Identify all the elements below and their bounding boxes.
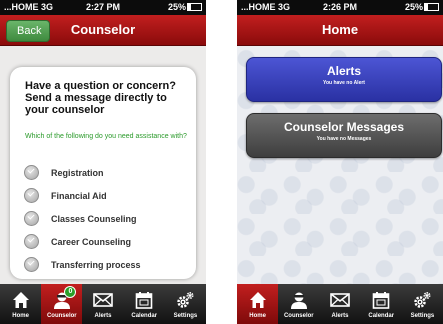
tab-label: Home [249, 313, 266, 319]
tab-home[interactable]: Home [0, 284, 41, 324]
tab-alerts[interactable]: Alerts [82, 284, 123, 324]
tab-settings[interactable]: Settings [165, 284, 206, 324]
message-card: Have a question or concern? Send a messa… [10, 67, 196, 279]
envelope-icon [82, 284, 123, 312]
home-screen: ...HOME 3G 2:26 PM 25% Home Alerts You h… [237, 0, 443, 324]
home-icon [237, 284, 278, 312]
check-radio-icon[interactable] [24, 165, 39, 180]
counselor-messages-button[interactable]: Counselor Messages You have no Messages [246, 113, 442, 158]
page-title: Home [321, 22, 359, 37]
assistance-options: Registration Financial Aid Classes Couns… [24, 161, 192, 276]
option-career-counseling[interactable]: Career Counseling [24, 230, 192, 253]
counselor-content: Have a question or concern? Send a messa… [0, 46, 206, 284]
battery-indicator: 25% [405, 0, 439, 15]
battery-icon [424, 3, 439, 11]
tab-counselor[interactable]: 0 Counselor [41, 284, 83, 324]
home-icon [0, 284, 41, 312]
tab-label: Settings [173, 313, 198, 319]
tab-label: Counselor [46, 313, 77, 319]
tab-label: Settings [410, 313, 435, 319]
nav-bar: Back Counselor [0, 15, 206, 46]
tab-label: Calendar [131, 313, 158, 319]
option-label: Classes Counseling [51, 213, 137, 224]
option-label: Transferring process [51, 259, 141, 270]
calendar-icon [124, 284, 165, 312]
tab-label: Calendar [368, 313, 395, 319]
counselor-messages-subtitle: You have no Messages [316, 136, 372, 142]
card-heading: Have a question or concern? Send a messa… [25, 80, 176, 116]
option-label: Registration [51, 167, 104, 178]
back-button[interactable]: Back [6, 20, 51, 42]
card-prompt: Which of the following do you need assis… [25, 133, 187, 140]
tab-bar: Home 0 Counselor Alerts Calendar Setting… [0, 284, 206, 324]
page-title: Counselor [70, 22, 136, 37]
counselor-icon [41, 284, 82, 312]
battery-percent: 25% [404, 2, 423, 12]
counselor-icon [278, 284, 319, 312]
tab-home[interactable]: Home [237, 284, 279, 324]
battery-icon [187, 3, 202, 11]
option-registration[interactable]: Registration [24, 161, 192, 184]
counselor-messages-title: Counselor Messages [283, 120, 405, 134]
battery-indicator: 25% [168, 0, 202, 15]
status-bar: ...HOME 3G 2:26 PM 25% [237, 0, 443, 15]
alerts-button[interactable]: Alerts You have no Alert [246, 57, 442, 102]
tab-calendar[interactable]: Calendar [124, 284, 165, 324]
tab-label: Counselor [283, 313, 314, 319]
tab-alerts[interactable]: Alerts [319, 284, 360, 324]
option-label: Financial Aid [51, 190, 107, 201]
envelope-icon [319, 284, 360, 312]
nav-bar: Home [237, 15, 443, 46]
check-radio-icon[interactable] [24, 257, 39, 272]
check-radio-icon[interactable] [24, 188, 39, 203]
gear-icon [165, 284, 206, 312]
status-bar: ...HOME 3G 2:27 PM 25% [0, 0, 206, 15]
tab-counselor[interactable]: Counselor [278, 284, 319, 324]
battery-percent: 25% [167, 2, 186, 12]
tab-calendar[interactable]: Calendar [361, 284, 402, 324]
tab-settings[interactable]: Settings [402, 284, 443, 324]
alerts-title: Alerts [326, 64, 361, 78]
calendar-icon [361, 284, 402, 312]
alerts-subtitle: You have no Alert [323, 80, 365, 86]
counselor-screen: ...HOME 3G 2:27 PM 25% Back Counselor Ha… [0, 0, 206, 324]
tab-label: Alerts [94, 313, 112, 319]
gear-icon [402, 284, 443, 312]
check-radio-icon[interactable] [24, 211, 39, 226]
option-financial-aid[interactable]: Financial Aid [24, 184, 192, 207]
tab-label: Home [12, 313, 29, 319]
tab-bar: Home Counselor Alerts Calendar Settings [237, 284, 443, 324]
option-classes-counseling[interactable]: Classes Counseling [24, 207, 192, 230]
option-transferring-process[interactable]: Transferring process [24, 253, 192, 276]
tab-label: Alerts [331, 313, 349, 319]
check-radio-icon[interactable] [24, 234, 39, 249]
option-label: Career Counseling [51, 236, 132, 247]
